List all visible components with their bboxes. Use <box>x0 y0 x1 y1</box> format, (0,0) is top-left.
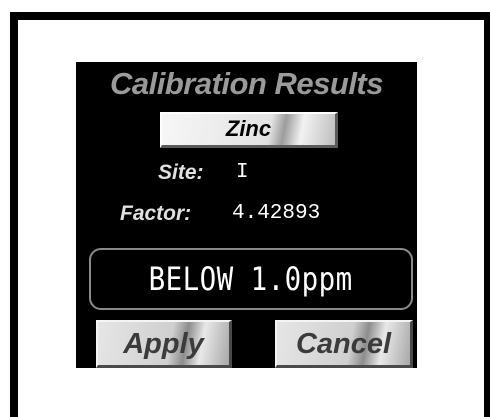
cancel-button[interactable]: Cancel <box>275 320 413 368</box>
site-value: I <box>236 161 249 184</box>
apply-button[interactable]: Apply <box>96 320 232 368</box>
calibration-screen: Calibration Results Zinc Site: I Factor:… <box>76 62 417 368</box>
element-selector-button[interactable]: Zinc <box>160 112 338 148</box>
site-label: Site: <box>158 161 204 184</box>
result-text: BELOW 1.0ppm <box>149 260 353 298</box>
factor-value: 4.42893 <box>232 202 321 225</box>
page-title: Calibration Results <box>110 66 384 101</box>
factor-label: Factor: <box>120 202 192 225</box>
result-display: BELOW 1.0ppm <box>89 248 413 310</box>
